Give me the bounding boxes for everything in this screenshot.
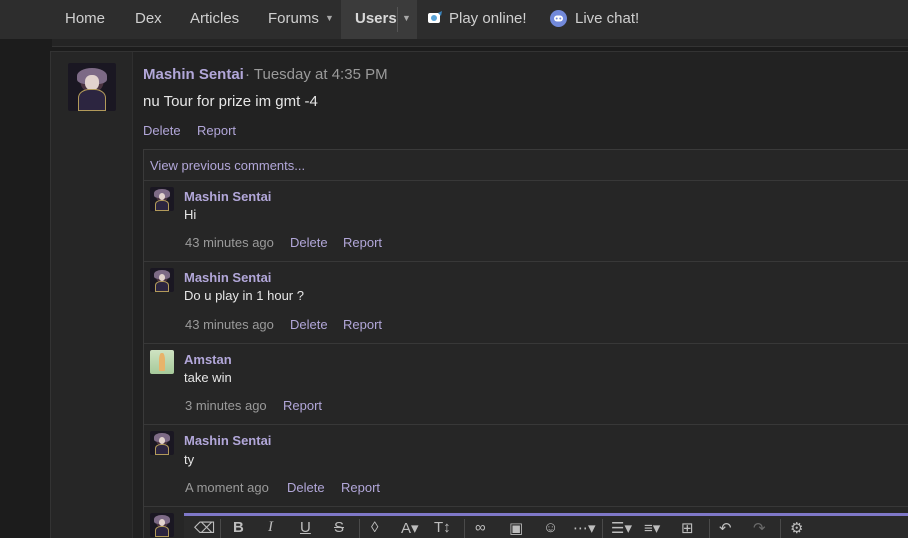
comment-timestamp[interactable]: A moment ago — [185, 480, 269, 495]
post-avatar-gutter — [51, 52, 133, 538]
comment-text: ty — [184, 452, 195, 467]
nav-dex[interactable]: Dex — [135, 0, 162, 39]
comment-avatar[interactable] — [150, 187, 174, 211]
nav-articles[interactable]: Articles — [190, 0, 239, 39]
bold-icon[interactable]: B — [233, 519, 244, 536]
list-icon[interactable]: ≡▾ — [644, 519, 660, 537]
comment-report-link[interactable]: Report — [283, 398, 322, 413]
align-icon[interactable]: ☰▾ — [611, 519, 632, 537]
comment-delete-link[interactable]: Delete — [287, 480, 325, 495]
comment-divider — [144, 424, 908, 425]
top-nav: Home Dex Articles Forums ▼ Users ▼ Play … — [0, 0, 908, 39]
comment-text: take win — [184, 370, 232, 385]
post-author-avatar[interactable] — [68, 63, 116, 111]
post-author-name[interactable]: Mashin Sentai — [143, 66, 244, 83]
toolbar-divider — [709, 519, 710, 538]
comment-timestamp[interactable]: 43 minutes ago — [185, 317, 274, 332]
nav-users[interactable]: Users — [355, 0, 397, 39]
nav-play-online[interactable]: Play online! — [449, 0, 527, 39]
toolbar-divider — [359, 519, 360, 538]
reply-avatar — [150, 513, 174, 537]
font-color-icon[interactable]: A▾ — [401, 519, 419, 537]
comment-author[interactable]: Mashin Sentai — [184, 433, 271, 448]
nav-forums[interactable]: Forums — [268, 0, 319, 39]
nav-live-chat[interactable]: Live chat! — [575, 0, 639, 39]
comment-text: Do u play in 1 hour ? — [184, 288, 304, 303]
comment-text: Hi — [184, 207, 197, 222]
ink-drop-icon[interactable]: ◊ — [371, 519, 378, 536]
toolbar-divider — [464, 519, 465, 538]
comment-author[interactable]: Mashin Sentai — [184, 189, 271, 204]
play-online-icon — [428, 11, 442, 23]
comment-divider — [144, 506, 908, 507]
underline-icon[interactable]: U — [300, 519, 311, 536]
toolbar-divider — [780, 519, 781, 538]
font-size-icon[interactable]: T↕ — [434, 519, 451, 536]
nav-home[interactable]: Home — [65, 0, 105, 39]
strike-icon[interactable]: S — [334, 519, 344, 536]
comment-avatar[interactable] — [150, 268, 174, 292]
toolbar-divider — [220, 519, 221, 538]
comment-delete-link[interactable]: Delete — [290, 235, 328, 250]
comment-delete-link[interactable]: Delete — [290, 317, 328, 332]
post-report-link[interactable]: Report — [197, 123, 236, 138]
image-icon[interactable]: ▣ — [509, 519, 523, 537]
link-icon[interactable]: ∞ — [475, 519, 486, 536]
comment-timestamp[interactable]: 3 minutes ago — [185, 398, 267, 413]
toolbar-divider — [602, 519, 603, 538]
comment-author[interactable]: Amstan — [184, 352, 232, 367]
discord-icon — [550, 10, 567, 27]
comment-timestamp[interactable]: 43 minutes ago — [185, 235, 274, 250]
comment-divider — [144, 261, 908, 262]
table-icon[interactable]: ⊞ — [681, 519, 694, 537]
view-previous-comments-link[interactable]: View previous comments... — [150, 158, 305, 173]
forums-dropdown-icon[interactable]: ▼ — [325, 0, 334, 39]
nav-divider — [397, 7, 398, 32]
eraser-icon[interactable]: ⌫ — [194, 519, 215, 537]
smiley-icon[interactable]: ☺ — [543, 519, 558, 536]
post-message: nu Tour for prize im gmt -4 — [143, 93, 318, 110]
comment-divider — [144, 180, 908, 181]
post-delete-link[interactable]: Delete — [143, 123, 181, 138]
comment-report-link[interactable]: Report — [343, 317, 382, 332]
comment-avatar[interactable] — [150, 431, 174, 455]
italic-icon[interactable]: I — [268, 519, 273, 536]
comment-divider — [144, 343, 908, 344]
previous-post-bottom — [52, 39, 908, 47]
comment-author[interactable]: Mashin Sentai — [184, 270, 271, 285]
more-icon[interactable]: ⋯▾ — [573, 519, 596, 537]
comment-report-link[interactable]: Report — [343, 235, 382, 250]
redo-icon[interactable]: ↷ — [753, 519, 766, 537]
undo-icon[interactable]: ↶ — [719, 519, 732, 537]
comment-avatar[interactable] — [150, 350, 174, 374]
settings-icon[interactable]: ⚙ — [790, 519, 803, 537]
users-dropdown-icon[interactable]: ▼ — [402, 0, 411, 39]
post-timestamp[interactable]: · Tuesday at 4:35 PM — [245, 66, 388, 83]
comment-report-link[interactable]: Report — [341, 480, 380, 495]
